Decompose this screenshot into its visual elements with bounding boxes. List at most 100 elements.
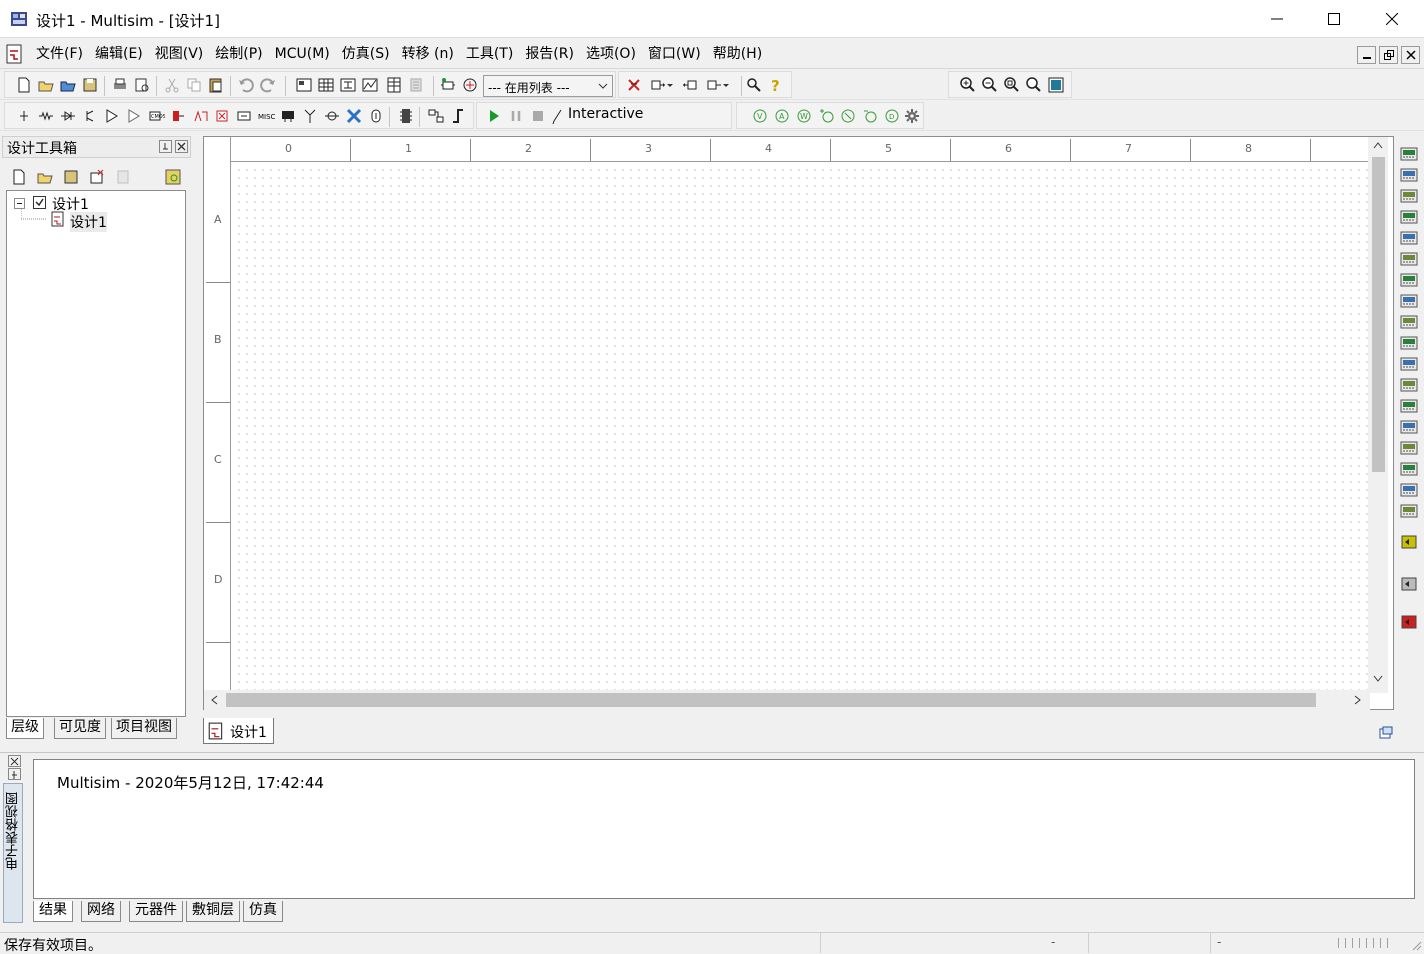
schematic-canvas[interactable]: 0 1 2 3 4 5 6 7 8 A B C D (203, 136, 1394, 710)
multimeter-icon[interactable] (1400, 146, 1418, 162)
tree-child-sheet[interactable]: 设计1 (70, 212, 107, 232)
in-use-list-dropdown[interactable]: --- 在用列表 --- (483, 75, 613, 97)
tab-nets[interactable]: 网络 (81, 901, 121, 922)
ttl-icon[interactable] (125, 107, 143, 125)
current-probe-icon[interactable]: A (773, 107, 791, 125)
chevron-left-icon[interactable] (210, 695, 218, 705)
ni-component-icon[interactable] (345, 107, 363, 125)
misc-icon[interactable]: MISC (257, 107, 275, 125)
spreadsheet-side-label[interactable]: 电子表格视图 (3, 783, 23, 923)
tab-results[interactable]: 结果 (33, 901, 73, 922)
indicator-icon[interactable] (213, 107, 231, 125)
analog-icon[interactable] (103, 107, 121, 125)
tab-components[interactable]: 元器件 (129, 901, 183, 922)
power-probe-icon[interactable]: W (795, 107, 813, 125)
oscilloscope-icon[interactable] (1400, 209, 1418, 225)
database-icon[interactable] (407, 76, 425, 94)
wattmeter-icon[interactable] (1400, 188, 1418, 204)
undo-icon[interactable] (237, 76, 255, 94)
full-screen-view-icon[interactable] (1047, 76, 1065, 94)
connector-icon[interactable] (367, 107, 385, 125)
run-icon[interactable] (485, 107, 503, 125)
dropdown-arrow-icon[interactable] (661, 76, 679, 94)
agilent-generator-icon[interactable] (1400, 440, 1418, 456)
tab-copper-layers[interactable]: 敷铜层 (186, 901, 240, 922)
paste-icon[interactable] (207, 76, 225, 94)
advanced-peripherals-icon[interactable] (279, 107, 297, 125)
tab-hierarchy[interactable]: 层级 (6, 718, 44, 739)
minimize-button[interactable] (1248, 0, 1306, 38)
print-icon[interactable] (111, 76, 129, 94)
gear-icon[interactable] (903, 107, 921, 125)
menu-item[interactable]: 工具(T) (460, 45, 519, 65)
four-channel-oscilloscope-icon[interactable] (1400, 230, 1418, 246)
power-component-icon[interactable] (235, 107, 253, 125)
new-design-icon[interactable] (10, 168, 28, 186)
current-clamp-icon[interactable] (1400, 614, 1418, 630)
misc-digital-icon[interactable] (169, 107, 187, 125)
bode-plotter-icon[interactable] (1400, 251, 1418, 267)
help-icon[interactable]: ? (767, 76, 785, 94)
menu-item[interactable]: 编辑(E) (89, 45, 149, 65)
mixed-icon[interactable] (191, 107, 209, 125)
resistor-icon[interactable] (37, 107, 55, 125)
zoom-out-icon[interactable] (981, 76, 999, 94)
full-screen-icon[interactable] (295, 76, 313, 94)
spectrum-analyzer-icon[interactable] (1400, 398, 1418, 414)
frequency-counter-icon[interactable] (1400, 272, 1418, 288)
open-file-icon[interactable] (37, 76, 55, 94)
redo-icon[interactable] (259, 76, 277, 94)
print-preview-icon[interactable] (133, 76, 151, 94)
ni-elvis-icon[interactable] (1400, 576, 1418, 592)
differential-probe-icon[interactable] (817, 107, 835, 125)
back-annotate-icon[interactable] (681, 76, 699, 94)
zoom-in-icon[interactable] (959, 76, 977, 94)
component-wizard-icon[interactable] (439, 76, 457, 94)
labview-instrument-icon[interactable] (1400, 534, 1418, 550)
function-generator-icon[interactable] (1400, 167, 1418, 183)
project-settings-icon[interactable] (164, 168, 182, 186)
open-sample-icon[interactable] (59, 76, 77, 94)
search-icon[interactable] (745, 76, 763, 94)
tab-simulation[interactable]: 仿真 (243, 901, 283, 922)
menu-item[interactable]: 仿真(S) (336, 45, 396, 65)
logic-converter-icon[interactable] (1400, 314, 1418, 330)
distortion-analyzer-icon[interactable] (1400, 377, 1418, 393)
tab-visibility[interactable]: 可见度 (54, 718, 106, 739)
dropdown-arrow-icon[interactable] (717, 76, 735, 94)
collapse-icon[interactable] (14, 198, 25, 209)
electromechanical-icon[interactable] (323, 107, 341, 125)
digital-probe-icon[interactable] (861, 107, 879, 125)
diode-icon[interactable] (59, 107, 77, 125)
schematic-grid[interactable] (232, 163, 1370, 693)
chevron-down-icon[interactable] (1373, 675, 1383, 683)
interactive-mode-label[interactable]: Interactive (568, 106, 643, 122)
checkbox-checked-icon[interactable] (33, 196, 46, 209)
transistor-icon[interactable] (81, 107, 99, 125)
network-analyzer-icon[interactable] (1400, 419, 1418, 435)
mdi-restore-button[interactable] (1379, 46, 1398, 64)
agilent-oscilloscope-icon[interactable] (1400, 482, 1418, 498)
zoom-area-icon[interactable] (1003, 76, 1021, 94)
spreadsheet-icon[interactable] (385, 76, 403, 94)
new-file-icon[interactable] (15, 76, 33, 94)
document-icon[interactable] (4, 43, 26, 65)
logic-analyzer-icon[interactable] (1400, 335, 1418, 351)
source-icon[interactable] (15, 107, 33, 125)
resize-grip-icon[interactable] (1410, 939, 1422, 951)
cut-icon[interactable] (163, 76, 181, 94)
maximize-button[interactable] (1305, 0, 1363, 38)
menu-item[interactable]: 报告(R) (519, 45, 580, 65)
cmos-icon[interactable]: CMOS (147, 107, 165, 125)
close-design-icon[interactable] (88, 168, 106, 186)
tab-project-view[interactable]: 项目视图 (111, 718, 177, 739)
spreadsheet-close-button[interactable] (8, 755, 21, 767)
menu-item[interactable]: 帮助(H) (707, 45, 768, 65)
mdi-minimize-button[interactable] (1357, 46, 1376, 64)
panel-close-button[interactable] (175, 140, 188, 153)
hierarchical-block-icon[interactable] (427, 107, 445, 125)
mcu-icon[interactable] (397, 107, 415, 125)
grapher-icon[interactable] (361, 76, 379, 94)
pause-icon[interactable] (507, 107, 525, 125)
agilent-multimeter-icon[interactable] (1400, 461, 1418, 477)
